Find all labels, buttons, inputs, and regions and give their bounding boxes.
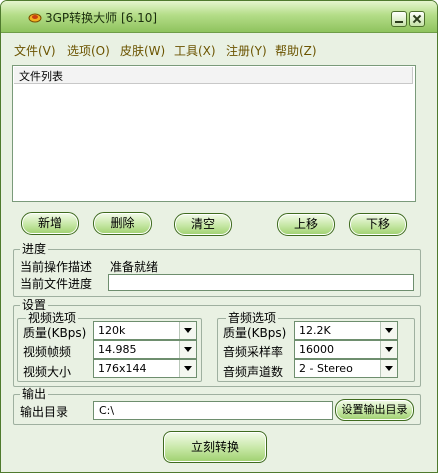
file-progress-bar [108,274,414,291]
audio-rate-label: 音频采样率 [223,345,284,359]
file-list-header[interactable]: 文件列表 [14,67,413,84]
menu-skin[interactable]: 皮肤(W) [120,42,165,59]
menu-tools[interactable]: 工具(X) [174,42,216,59]
video-size-label: 视频大小 [23,365,72,379]
output-group-label: 输出 [20,387,49,401]
video-size-select[interactable]: 176x144 [93,359,197,378]
menu-bar: 文件(V) 选项(O) 皮肤(W) 工具(X) 注册(Y) 帮助(Z) [1,39,437,59]
output-dir-field[interactable]: C:\ [93,401,333,420]
video-fps-select[interactable]: 14.985 [93,340,197,359]
menu-file[interactable]: 文件(V) [14,42,56,59]
menu-register[interactable]: 注册(Y) [226,42,267,59]
convert-now-button[interactable]: 立刻转换 [163,431,267,463]
menu-help[interactable]: 帮助(Z) [275,42,317,59]
file-list[interactable]: 文件列表 [12,65,416,202]
audio-quality-value: 12.2K [299,324,331,337]
audio-options-label: 音频选项 [226,311,279,325]
audio-channels-label: 音频声道数 [223,365,284,379]
delete-button[interactable]: 删除 [93,212,152,235]
minimize-button[interactable] [391,11,407,27]
current-operation-label: 当前操作描述 [20,260,93,274]
dropdown-arrow-icon[interactable] [380,341,397,358]
output-dir-label: 输出目录 [20,405,69,419]
add-button[interactable]: 新增 [21,212,79,235]
move-down-button[interactable]: 下移 [349,213,407,236]
audio-rate-value: 16000 [299,343,334,356]
close-button[interactable] [409,11,425,27]
dropdown-arrow-icon[interactable] [179,322,196,339]
video-options-label: 视频选项 [26,311,79,325]
clear-button[interactable]: 清空 [174,213,232,236]
app-logo-icon [28,13,42,23]
menu-options[interactable]: 选项(O) [67,42,110,59]
audio-quality-label: 质量(KBps) [223,326,287,340]
dropdown-arrow-icon[interactable] [179,341,196,358]
progress-group-label: 进度 [20,242,49,256]
file-list-header-label: 文件列表 [19,70,63,83]
move-up-button[interactable]: 上移 [277,213,335,236]
video-fps-label: 视频帧频 [23,345,72,359]
audio-channels-select[interactable]: 2 - Stereo [294,359,398,378]
video-size-value: 176x144 [98,362,147,375]
audio-rate-select[interactable]: 16000 [294,340,398,359]
video-quality-label: 质量(KBps) [23,326,87,340]
file-progress-label: 当前文件进度 [20,277,93,291]
audio-channels-value: 2 - Stereo [299,362,353,375]
settings-group-label: 设置 [20,298,49,312]
set-output-dir-button[interactable]: 设置输出目录 [335,399,414,421]
current-operation-value: 准备就绪 [110,260,159,274]
app-window: 3GP转换大师 [6.10] 文件(V) 选项(O) 皮肤(W) 工具(X) 注… [0,0,438,473]
video-fps-value: 14.985 [98,343,137,356]
dropdown-arrow-icon[interactable] [380,322,397,339]
dropdown-arrow-icon[interactable] [179,360,196,377]
video-quality-value: 120k [98,324,126,337]
video-quality-select[interactable]: 120k [93,321,197,340]
dropdown-arrow-icon[interactable] [380,360,397,377]
title-bar[interactable]: 3GP转换大师 [6.10] [1,1,437,33]
window-title: 3GP转换大师 [6.10] [45,11,158,25]
audio-quality-select[interactable]: 12.2K [294,321,398,340]
